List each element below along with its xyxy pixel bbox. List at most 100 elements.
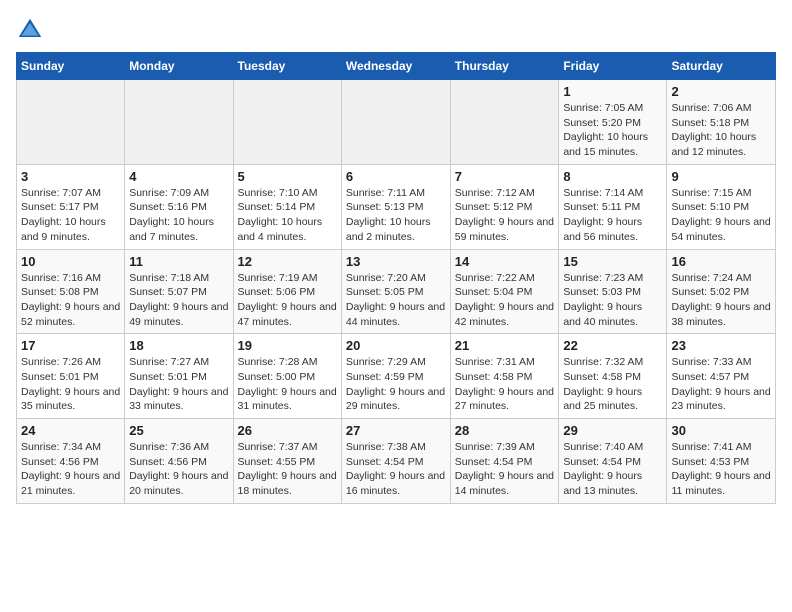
day-info: Sunrise: 7:40 AM Sunset: 4:54 PM Dayligh…: [563, 440, 662, 499]
calendar-cell: 28 Sunrise: 7:39 AM Sunset: 4:54 PM Dayli…: [450, 419, 559, 504]
day-number: 13: [346, 254, 446, 269]
weekday-header: Friday: [559, 53, 667, 80]
calendar-cell: 9Sunrise: 7:15 AM Sunset: 5:10 PM Daylig…: [667, 164, 776, 249]
calendar-cell: 27 Sunrise: 7:38 AM Sunset: 4:54 PM Dayli…: [341, 419, 450, 504]
calendar-cell: 13 Sunrise: 7:20 AM Sunset: 5:05 PM Dayli…: [341, 249, 450, 334]
day-number: 9: [671, 169, 771, 184]
calendar-cell: 19 Sunrise: 7:28 AM Sunset: 5:00 PM Dayli…: [233, 334, 341, 419]
day-info: Sunrise: 7:39 AM Sunset: 4:54 PM Dayligh…: [455, 440, 555, 499]
day-info: Sunrise: 7:20 AM Sunset: 5:05 PM Dayligh…: [346, 271, 446, 330]
calendar-cell: [450, 80, 559, 165]
logo: [16, 16, 48, 44]
calendar-cell: 5Sunrise: 7:10 AM Sunset: 5:14 PM Daylig…: [233, 164, 341, 249]
day-number: 22: [563, 338, 662, 353]
calendar-cell: 26 Sunrise: 7:37 AM Sunset: 4:55 PM Dayli…: [233, 419, 341, 504]
calendar-cell: 12Sunrise: 7:19 AM Sunset: 5:06 PM Dayli…: [233, 249, 341, 334]
calendar-cell: 24 Sunrise: 7:34 AM Sunset: 4:56 PM Dayli…: [17, 419, 125, 504]
day-info: Sunrise: 7:23 AM Sunset: 5:03 PM Dayligh…: [563, 271, 662, 330]
day-number: 8: [563, 169, 662, 184]
day-info: Sunrise: 7:19 AM Sunset: 5:06 PM Dayligh…: [238, 271, 337, 330]
day-number: 15: [563, 254, 662, 269]
calendar-cell: 11 Sunrise: 7:18 AM Sunset: 5:07 PM Dayli…: [125, 249, 233, 334]
day-info: Sunrise: 7:37 AM Sunset: 4:55 PM Dayligh…: [238, 440, 337, 499]
day-info: Sunrise: 7:31 AM Sunset: 4:58 PM Dayligh…: [455, 355, 555, 414]
day-info: Sunrise: 7:34 AM Sunset: 4:56 PM Dayligh…: [21, 440, 120, 499]
day-number: 17: [21, 338, 120, 353]
calendar-cell: 1 Sunrise: 7:05 AM Sunset: 5:20 PM Daylig…: [559, 80, 667, 165]
logo-icon: [16, 16, 44, 44]
day-info: Sunrise: 7:33 AM Sunset: 4:57 PM Dayligh…: [671, 355, 771, 414]
day-info: Sunrise: 7:09 AM Sunset: 5:16 PM Dayligh…: [129, 186, 228, 245]
day-info: Sunrise: 7:10 AM Sunset: 5:14 PM Dayligh…: [238, 186, 337, 245]
day-info: Sunrise: 7:11 AM Sunset: 5:13 PM Dayligh…: [346, 186, 446, 245]
day-number: 2: [671, 84, 771, 99]
calendar-cell: 15 Sunrise: 7:23 AM Sunset: 5:03 PM Dayli…: [559, 249, 667, 334]
calendar-week-row: 24 Sunrise: 7:34 AM Sunset: 4:56 PM Dayli…: [17, 419, 776, 504]
calendar-cell: [125, 80, 233, 165]
calendar-cell: 20 Sunrise: 7:29 AM Sunset: 4:59 PM Dayli…: [341, 334, 450, 419]
day-info: Sunrise: 7:26 AM Sunset: 5:01 PM Dayligh…: [21, 355, 120, 414]
day-info: Sunrise: 7:41 AM Sunset: 4:53 PM Dayligh…: [671, 440, 771, 499]
day-number: 26: [238, 423, 337, 438]
day-number: 20: [346, 338, 446, 353]
calendar-cell: 23 Sunrise: 7:33 AM Sunset: 4:57 PM Dayli…: [667, 334, 776, 419]
calendar-cell: [17, 80, 125, 165]
page-header: [16, 16, 776, 44]
day-number: 1: [563, 84, 662, 99]
day-number: 18: [129, 338, 228, 353]
calendar-cell: 16 Sunrise: 7:24 AM Sunset: 5:02 PM Dayli…: [667, 249, 776, 334]
calendar-week-row: 1 Sunrise: 7:05 AM Sunset: 5:20 PM Daylig…: [17, 80, 776, 165]
day-number: 24: [21, 423, 120, 438]
day-number: 27: [346, 423, 446, 438]
day-number: 3: [21, 169, 120, 184]
calendar-cell: 25 Sunrise: 7:36 AM Sunset: 4:56 PM Dayli…: [125, 419, 233, 504]
calendar-table: SundayMondayTuesdayWednesdayThursdayFrid…: [16, 52, 776, 504]
day-number: 28: [455, 423, 555, 438]
day-number: 25: [129, 423, 228, 438]
day-number: 23: [671, 338, 771, 353]
day-number: 21: [455, 338, 555, 353]
day-number: 4: [129, 169, 228, 184]
calendar-cell: 10 Sunrise: 7:16 AM Sunset: 5:08 PM Dayli…: [17, 249, 125, 334]
calendar-body: 1 Sunrise: 7:05 AM Sunset: 5:20 PM Daylig…: [17, 80, 776, 504]
calendar-cell: 4 Sunrise: 7:09 AM Sunset: 5:16 PM Daylig…: [125, 164, 233, 249]
day-info: Sunrise: 7:18 AM Sunset: 5:07 PM Dayligh…: [129, 271, 228, 330]
day-number: 10: [21, 254, 120, 269]
calendar-cell: [233, 80, 341, 165]
day-number: 30: [671, 423, 771, 438]
day-info: Sunrise: 7:36 AM Sunset: 4:56 PM Dayligh…: [129, 440, 228, 499]
calendar-cell: 3 Sunrise: 7:07 AM Sunset: 5:17 PM Daylig…: [17, 164, 125, 249]
calendar-cell: 21 Sunrise: 7:31 AM Sunset: 4:58 PM Dayli…: [450, 334, 559, 419]
day-number: 19: [238, 338, 337, 353]
calendar-cell: 6 Sunrise: 7:11 AM Sunset: 5:13 PM Daylig…: [341, 164, 450, 249]
day-info: Sunrise: 7:27 AM Sunset: 5:01 PM Dayligh…: [129, 355, 228, 414]
day-number: 16: [671, 254, 771, 269]
calendar-cell: 17 Sunrise: 7:26 AM Sunset: 5:01 PM Dayli…: [17, 334, 125, 419]
day-number: 6: [346, 169, 446, 184]
calendar-cell: 7Sunrise: 7:12 AM Sunset: 5:12 PM Daylig…: [450, 164, 559, 249]
day-info: Sunrise: 7:05 AM Sunset: 5:20 PM Dayligh…: [563, 101, 662, 160]
calendar-cell: 2 Sunrise: 7:06 AM Sunset: 5:18 PM Daylig…: [667, 80, 776, 165]
calendar-cell: 14Sunrise: 7:22 AM Sunset: 5:04 PM Dayli…: [450, 249, 559, 334]
weekday-header: Sunday: [17, 53, 125, 80]
weekday-header: Thursday: [450, 53, 559, 80]
day-info: Sunrise: 7:06 AM Sunset: 5:18 PM Dayligh…: [671, 101, 771, 160]
day-number: 11: [129, 254, 228, 269]
calendar-week-row: 10 Sunrise: 7:16 AM Sunset: 5:08 PM Dayli…: [17, 249, 776, 334]
day-info: Sunrise: 7:28 AM Sunset: 5:00 PM Dayligh…: [238, 355, 337, 414]
weekday-header: Tuesday: [233, 53, 341, 80]
calendar-week-row: 3 Sunrise: 7:07 AM Sunset: 5:17 PM Daylig…: [17, 164, 776, 249]
calendar-cell: 30 Sunrise: 7:41 AM Sunset: 4:53 PM Dayli…: [667, 419, 776, 504]
day-info: Sunrise: 7:38 AM Sunset: 4:54 PM Dayligh…: [346, 440, 446, 499]
day-info: Sunrise: 7:24 AM Sunset: 5:02 PM Dayligh…: [671, 271, 771, 330]
calendar-cell: [341, 80, 450, 165]
day-number: 14: [455, 254, 555, 269]
calendar-week-row: 17 Sunrise: 7:26 AM Sunset: 5:01 PM Dayli…: [17, 334, 776, 419]
calendar-header-row: SundayMondayTuesdayWednesdayThursdayFrid…: [17, 53, 776, 80]
day-info: Sunrise: 7:16 AM Sunset: 5:08 PM Dayligh…: [21, 271, 120, 330]
day-number: 29: [563, 423, 662, 438]
day-info: Sunrise: 7:29 AM Sunset: 4:59 PM Dayligh…: [346, 355, 446, 414]
day-info: Sunrise: 7:07 AM Sunset: 5:17 PM Dayligh…: [21, 186, 120, 245]
day-number: 7: [455, 169, 555, 184]
calendar-cell: 8Sunrise: 7:14 AM Sunset: 5:11 PM Daylig…: [559, 164, 667, 249]
